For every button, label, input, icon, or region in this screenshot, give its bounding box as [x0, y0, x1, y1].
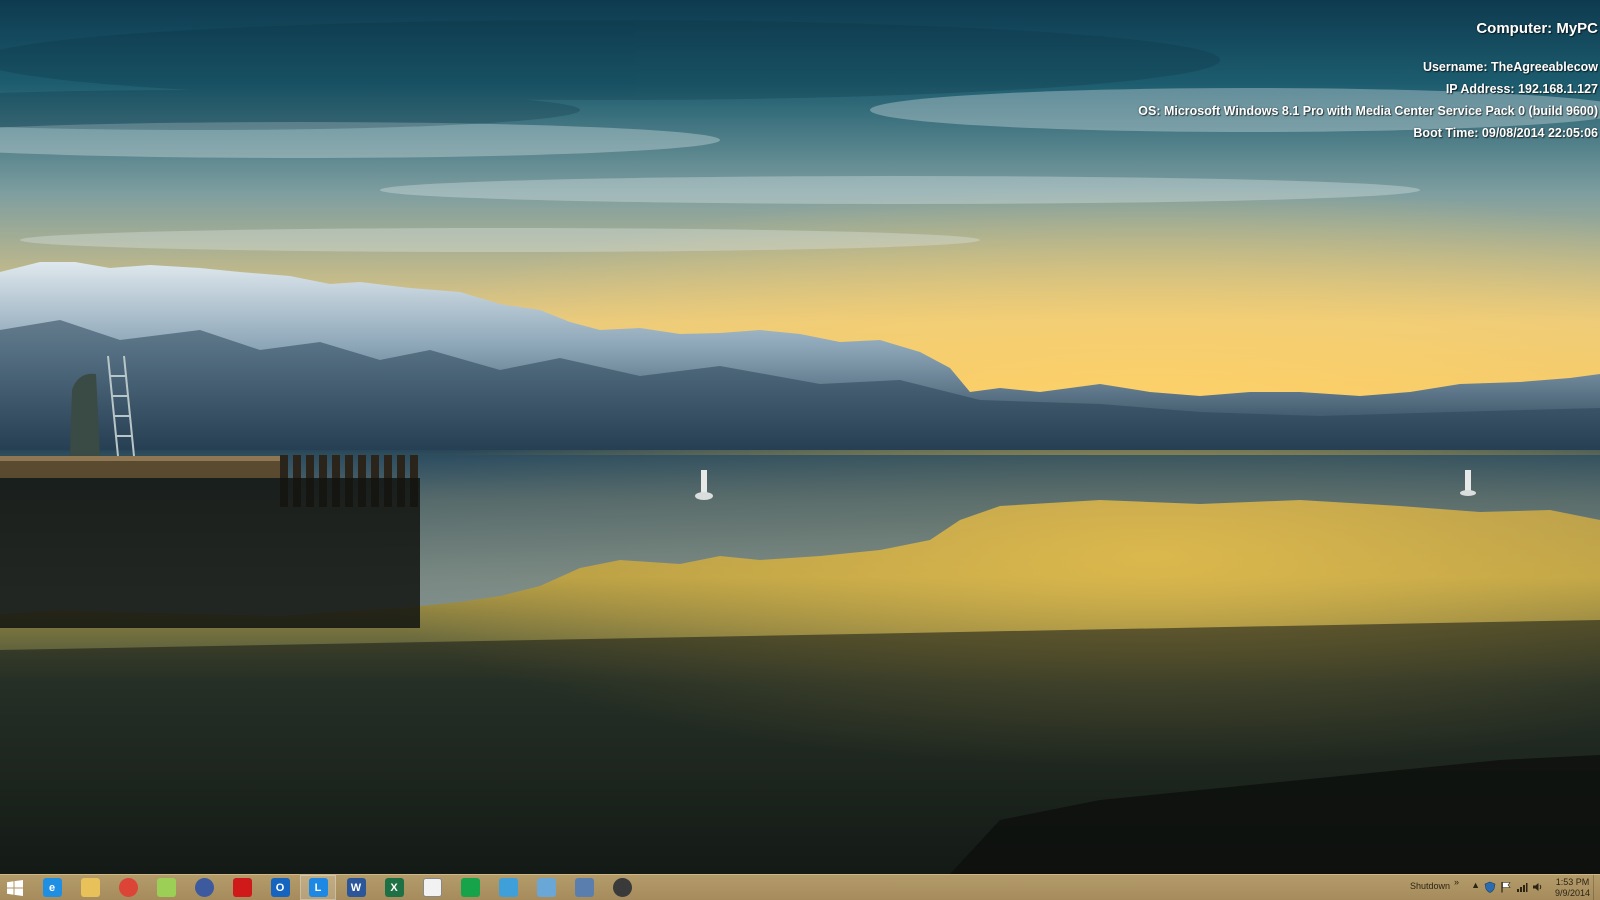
notepad-icon	[156, 878, 176, 897]
taskbar-button-chrome[interactable]	[110, 875, 146, 900]
internet-explorer-icon: e	[42, 878, 62, 897]
volume-tray-icon[interactable]	[1532, 881, 1544, 893]
ip-address-info: IP Address: 192.168.1.127	[1445, 82, 1598, 96]
clock-date: 9/9/2014	[1554, 888, 1590, 898]
remote-desktop-icon	[498, 878, 518, 897]
taskbar-button-calculator[interactable]	[566, 875, 602, 900]
toolbar-chevron-icon[interactable]: »	[1454, 877, 1459, 887]
taskbar-button-word[interactable]: W	[338, 875, 374, 900]
username-info: Username: TheAgreeablecow	[1422, 60, 1598, 74]
lync-icon: L	[308, 878, 328, 897]
network-app-icon	[536, 878, 556, 897]
excel-icon: X	[384, 878, 404, 897]
taskbar-button-network-app[interactable]	[528, 875, 564, 900]
desktop[interactable]: Computer: MyPC Username: TheAgreeablecow…	[0, 0, 1600, 874]
taskbar-clock[interactable]: 1:53 PM 9/9/2014	[1555, 877, 1590, 899]
boot-time-info: Boot Time: 09/08/2014 22:05:06	[1413, 126, 1598, 140]
taskbar-button-dark-circle-app[interactable]	[604, 875, 640, 900]
taskbar-button-lync[interactable]: L	[300, 875, 336, 900]
dark-circle-app-icon	[612, 878, 632, 897]
circle-app-icon	[194, 878, 214, 897]
taskbar-button-remote-desktop[interactable]	[490, 875, 526, 900]
flag-tray-icon[interactable]	[1500, 881, 1512, 893]
word-icon: W	[346, 878, 366, 897]
taskbar-button-internet-explorer[interactable]: e	[34, 875, 70, 900]
taskbar-pinned-apps: e OLWX	[34, 875, 642, 900]
taskbar-button-outlook[interactable]: O	[262, 875, 298, 900]
taskbar: e OLWX Shutdown » ▲ 1:53 PM 9/9/2014	[0, 874, 1600, 900]
show-hidden-icons-button[interactable]: ▲	[1471, 880, 1480, 890]
outlook-icon: O	[270, 878, 290, 897]
start-button[interactable]	[0, 875, 30, 900]
taskbar-button-circle-app[interactable]	[186, 875, 222, 900]
network-tray-icon[interactable]	[1516, 881, 1528, 893]
store-icon	[460, 878, 480, 897]
system-info-overlay: Computer: MyPC Username: TheAgreeablecow…	[1138, 18, 1598, 144]
calculator-icon	[574, 878, 594, 897]
os-info: OS: Microsoft Windows 8.1 Pro with Media…	[1138, 104, 1598, 118]
shutdown-toolbar-label[interactable]: Shutdown	[1410, 881, 1450, 891]
taskbar-button-file-explorer[interactable]	[72, 875, 108, 900]
grid-app-icon	[422, 878, 442, 897]
taskbar-button-notepad[interactable]	[148, 875, 184, 900]
taskbar-button-red-splat-app[interactable]	[224, 875, 260, 900]
taskbar-button-excel[interactable]: X	[376, 875, 412, 900]
taskbar-button-store[interactable]	[452, 875, 488, 900]
shield-tray-icon[interactable]	[1484, 881, 1496, 893]
red-splat-app-icon	[232, 878, 252, 897]
taskbar-button-grid-app[interactable]	[414, 875, 450, 900]
clock-time: 1:53 PM	[1555, 877, 1590, 887]
file-explorer-icon	[80, 878, 100, 897]
show-desktop-button[interactable]	[1593, 875, 1600, 900]
chrome-icon	[118, 878, 138, 897]
computer-name: Computer: MyPC	[1476, 20, 1598, 37]
windows-logo-icon	[7, 879, 23, 896]
